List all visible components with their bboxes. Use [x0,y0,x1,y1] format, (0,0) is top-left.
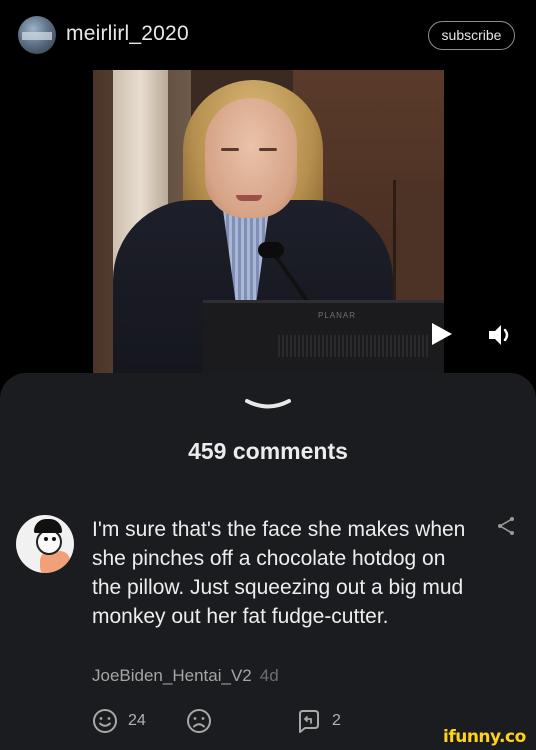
smile-icon[interactable] [92,708,118,734]
post-video[interactable]: PLANAR [93,70,444,375]
frown-icon[interactable] [186,708,212,734]
sound-icon[interactable] [486,322,514,348]
comment-actions: 24 2 [92,708,492,736]
chevron-down-icon[interactable] [243,398,293,412]
share-icon[interactable] [496,516,516,536]
comments-count: 459 comments [188,438,348,464]
comment-text: I'm sure that's the face she makes when … [92,518,466,628]
comment-author[interactable]: JoeBiden_Hentai_V2 [92,666,252,685]
ifunny-watermark: ifunny.co [443,727,526,747]
post-header: meirlirl_2020 subscribe [0,0,536,70]
replies-count: 2 [332,712,341,729]
author-username[interactable]: meirlirl_2020 [66,22,189,46]
monitor-brand-text: PLANAR [318,311,357,320]
subscribe-button[interactable]: subscribe [428,21,515,50]
author-avatar[interactable] [18,16,56,54]
reply-icon[interactable] [296,708,322,734]
comment-meta: JoeBiden_Hentai_V2 4d [92,666,279,686]
comment-age: 4d [259,666,279,685]
commenter-avatar[interactable] [16,515,74,573]
likes-count: 24 [128,712,146,729]
play-icon[interactable] [432,323,452,345]
